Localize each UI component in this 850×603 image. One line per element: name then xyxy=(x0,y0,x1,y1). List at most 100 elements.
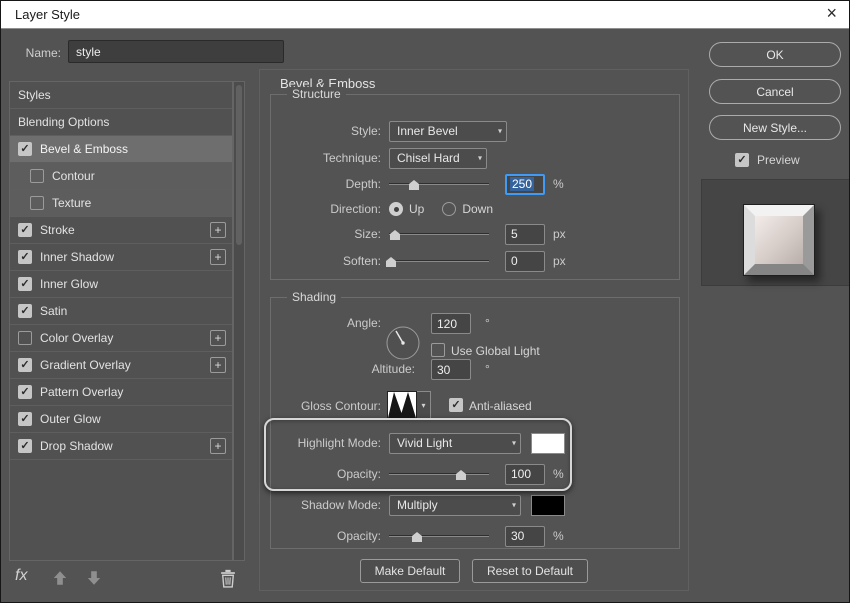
sidebar-item-label: Styles xyxy=(18,88,51,102)
sidebar-item-color-overlay[interactable]: Color Overlay + xyxy=(10,325,232,352)
title-bar[interactable]: Layer Style × xyxy=(1,1,849,29)
preview-option: ✓ Preview xyxy=(735,153,800,167)
plus-icon[interactable]: + xyxy=(210,249,226,265)
sidebar-item-contour[interactable]: Contour xyxy=(10,163,232,190)
close-icon[interactable]: × xyxy=(826,3,837,24)
fx-icon[interactable]: fx xyxy=(15,567,27,585)
checkbox-checked-icon[interactable]: ✓ xyxy=(18,223,32,237)
sidebar-item-bevel-and-emboss[interactable]: ✓ Bevel & Emboss xyxy=(10,136,232,163)
size-slider[interactable] xyxy=(389,227,489,241)
slider-thumb[interactable] xyxy=(409,180,419,190)
depth-unit: % xyxy=(553,177,564,191)
direction-label: Direction: xyxy=(330,202,381,216)
direction-down-radio[interactable] xyxy=(442,202,457,216)
plus-icon[interactable]: + xyxy=(210,438,226,454)
gloss-contour-thumbnail[interactable] xyxy=(387,391,417,419)
scrollbar-thumb[interactable] xyxy=(236,85,242,245)
sidebar-item-stroke[interactable]: ✓ Stroke + xyxy=(10,217,232,244)
sidebar-item-gradient-overlay[interactable]: ✓ Gradient Overlay + xyxy=(10,352,232,379)
slider-track xyxy=(389,183,489,185)
move-effect-down-icon[interactable] xyxy=(85,569,103,587)
name-input[interactable]: style xyxy=(68,40,284,63)
sidebar-item-blending-options[interactable]: Blending Options xyxy=(10,109,232,136)
technique-dropdown-value: Chisel Hard xyxy=(397,151,460,165)
style-dropdown[interactable]: Inner Bevel ▾ xyxy=(389,120,507,142)
sidebar-item-pattern-overlay[interactable]: ✓ Pattern Overlay xyxy=(10,379,232,406)
style-label: Style: xyxy=(350,124,381,138)
shadow-color-swatch[interactable] xyxy=(531,494,565,516)
sidebar-item-texture[interactable]: Texture xyxy=(10,190,232,217)
shadow-mode-dropdown[interactable]: Multiply ▾ xyxy=(389,494,521,516)
altitude-input[interactable]: 30 xyxy=(431,359,471,380)
checkbox-checked-icon[interactable]: ✓ xyxy=(18,439,32,453)
size-input[interactable]: 5 xyxy=(505,223,545,245)
chevron-down-icon: ▾ xyxy=(477,153,482,163)
checkbox-checked-icon[interactable]: ✓ xyxy=(18,385,32,399)
depth-input[interactable]: 250 xyxy=(505,173,545,195)
shadow-opacity-slider[interactable] xyxy=(389,529,489,543)
use-global-light-checkbox[interactable] xyxy=(431,343,445,357)
shadow-mode-row: Shadow Mode: Multiply ▾ xyxy=(279,494,675,516)
direction-up-radio[interactable] xyxy=(389,202,403,216)
reset-to-default-button[interactable]: Reset to Default xyxy=(472,559,588,583)
technique-dropdown[interactable]: Chisel Hard ▾ xyxy=(389,147,487,169)
sidebar-item-drop-shadow[interactable]: ✓ Drop Shadow + xyxy=(10,433,232,460)
depth-label: Depth: xyxy=(345,177,381,191)
altitude-unit: ° xyxy=(485,362,490,376)
preview-checkbox[interactable]: ✓ xyxy=(735,153,749,167)
slider-track xyxy=(389,260,489,262)
slider-thumb[interactable] xyxy=(412,532,422,542)
highlight-opacity-slider[interactable] xyxy=(389,467,489,481)
checkbox-unchecked-icon[interactable] xyxy=(30,169,44,183)
sidebar-item-outer-glow[interactable]: ✓ Outer Glow xyxy=(10,406,232,433)
make-default-button[interactable]: Make Default xyxy=(360,559,460,583)
sidebar-item-styles[interactable]: Styles xyxy=(10,82,232,109)
cancel-button[interactable]: Cancel xyxy=(709,79,841,104)
delete-effect-trash-icon[interactable] xyxy=(219,569,237,588)
sidebar-item-satin[interactable]: ✓ Satin xyxy=(10,298,232,325)
anti-aliased-checkbox[interactable]: ✓ xyxy=(449,398,463,412)
checkbox-checked-icon[interactable]: ✓ xyxy=(18,277,32,291)
styles-list-scrollbar[interactable] xyxy=(233,81,245,561)
highlight-mode-label: Highlight Mode: xyxy=(297,436,381,450)
sidebar-item-label: Contour xyxy=(52,169,95,183)
move-effect-up-icon[interactable] xyxy=(51,569,69,587)
technique-row: Technique: Chisel Hard ▾ xyxy=(279,147,675,169)
shadow-mode-label: Shadow Mode: xyxy=(300,498,381,512)
depth-slider[interactable] xyxy=(389,177,489,191)
checkbox-checked-icon[interactable]: ✓ xyxy=(18,142,32,156)
checkbox-checked-icon[interactable]: ✓ xyxy=(18,304,32,318)
ok-button[interactable]: OK xyxy=(709,42,841,67)
plus-icon[interactable]: + xyxy=(210,330,226,346)
highlight-color-swatch[interactable] xyxy=(531,432,565,454)
size-label: Size: xyxy=(354,227,381,241)
slider-thumb[interactable] xyxy=(456,470,466,480)
checkbox-unchecked-icon[interactable] xyxy=(18,331,32,345)
angle-dial[interactable] xyxy=(384,324,422,365)
reset-to-default-label: Reset to Default xyxy=(486,564,574,578)
shadow-opacity-input[interactable]: 30 xyxy=(505,525,545,547)
style-preview-thumbnail xyxy=(743,204,815,276)
new-style-button[interactable]: New Style... xyxy=(709,115,841,140)
checkbox-checked-icon[interactable]: ✓ xyxy=(18,358,32,372)
soften-row: Soften: 0 px xyxy=(279,250,675,272)
chevron-down-icon: ▾ xyxy=(497,126,502,136)
slider-track xyxy=(389,473,489,475)
angle-input[interactable]: 120 xyxy=(431,313,471,334)
soften-input[interactable]: 0 xyxy=(505,250,545,272)
plus-icon[interactable]: + xyxy=(210,222,226,238)
checkbox-unchecked-icon[interactable] xyxy=(30,196,44,210)
size-unit: px xyxy=(553,227,566,241)
highlight-opacity-input[interactable]: 100 xyxy=(505,463,545,485)
checkbox-checked-icon[interactable]: ✓ xyxy=(18,250,32,264)
plus-icon[interactable]: + xyxy=(210,357,226,373)
slider-thumb[interactable] xyxy=(386,257,396,267)
slider-thumb[interactable] xyxy=(390,230,400,240)
checkbox-checked-icon[interactable]: ✓ xyxy=(18,412,32,426)
highlight-mode-dropdown[interactable]: Vivid Light ▾ xyxy=(389,432,521,454)
gloss-contour-picker[interactable]: ▾ xyxy=(417,391,431,419)
sidebar-item-inner-glow[interactable]: ✓ Inner Glow xyxy=(10,271,232,298)
anti-aliased-label: Anti-aliased xyxy=(469,399,532,413)
soften-slider[interactable] xyxy=(386,254,489,268)
sidebar-item-inner-shadow[interactable]: ✓ Inner Shadow + xyxy=(10,244,232,271)
